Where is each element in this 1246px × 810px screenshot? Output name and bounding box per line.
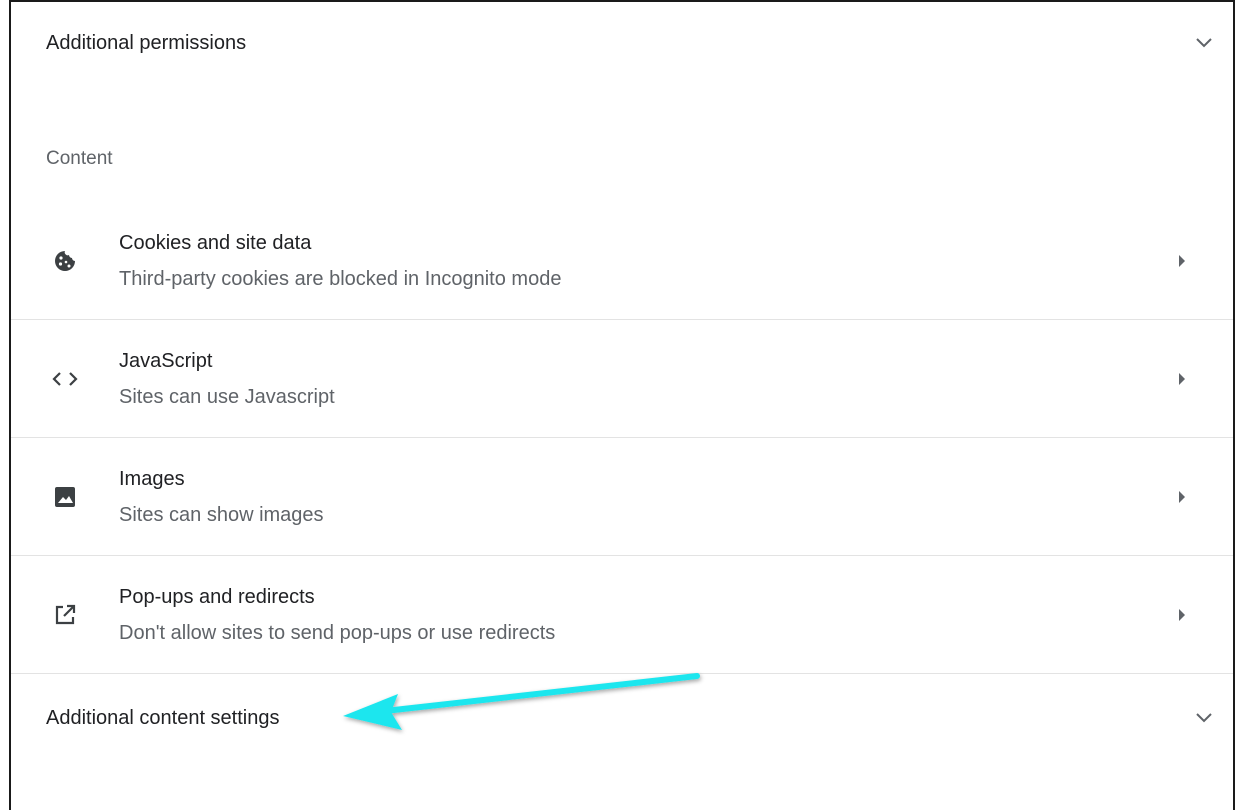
item-subtitle: Don't allow sites to send pop-ups or use… [119, 621, 556, 644]
additional-content-settings-row[interactable]: Additional content settings [46, 701, 1216, 735]
content-item-cookies[interactable]: Cookies and site data Third-party cookie… [11, 202, 1233, 320]
additional-permissions-row[interactable]: Additional permissions [46, 26, 1216, 60]
item-title: JavaScript [119, 349, 213, 372]
item-subtitle: Sites can show images [119, 503, 324, 526]
arrow-right-icon [1175, 490, 1189, 504]
item-subtitle: Third-party cookies are blocked in Incog… [119, 267, 562, 290]
section-title-content: Content [46, 148, 113, 169]
image-icon [51, 483, 79, 511]
arrow-right-icon [1175, 608, 1189, 622]
settings-panel: Additional permissions Content Cookies a… [9, 0, 1235, 810]
chevron-down-icon[interactable] [1192, 706, 1216, 730]
additional-content-settings-label: Additional content settings [46, 706, 280, 729]
item-subtitle: Sites can use Javascript [119, 385, 335, 408]
content-item-images[interactable]: Images Sites can show images [11, 438, 1233, 556]
chevron-down-icon[interactable] [1192, 31, 1216, 55]
item-title: Images [119, 467, 185, 490]
content-item-javascript[interactable]: JavaScript Sites can use Javascript [11, 320, 1233, 438]
code-icon [51, 365, 79, 393]
additional-permissions-label: Additional permissions [46, 31, 247, 54]
arrow-right-icon [1175, 372, 1189, 386]
item-title: Pop-ups and redirects [119, 585, 315, 608]
content-item-popups[interactable]: Pop-ups and redirects Don't allow sites … [11, 556, 1233, 674]
item-title: Cookies and site data [119, 231, 312, 254]
cookie-icon [51, 247, 79, 275]
open-in-new-icon [51, 601, 79, 629]
arrow-right-icon [1175, 254, 1189, 268]
